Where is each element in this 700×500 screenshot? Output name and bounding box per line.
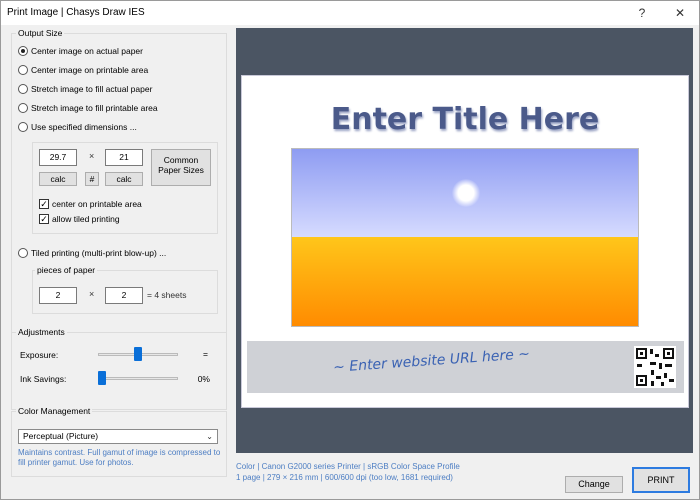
- times-symbol: ×: [89, 151, 95, 161]
- center-printable-checkbox[interactable]: ✓ center on printable area: [39, 198, 142, 210]
- radio-icon: [18, 46, 28, 56]
- radio-stretch-printable-area[interactable]: Stretch image to fill printable area: [18, 101, 158, 115]
- radio-label: Tiled printing (multi-print blow-up) ...: [31, 248, 167, 258]
- preview-paper: Enter Title Here ~ Enter website URL her…: [241, 75, 689, 408]
- color-intent-value: Perceptual (Picture): [23, 431, 99, 441]
- color-intent-select[interactable]: Perceptual (Picture) ⌄: [18, 429, 218, 444]
- output-size-title: Output Size: [16, 28, 65, 38]
- pieces-label: pieces of paper: [35, 265, 98, 275]
- ink-savings-value: 0%: [197, 374, 210, 384]
- radio-center-printable-area[interactable]: Center image on printable area: [18, 63, 148, 77]
- preview-url-strip: ~ Enter website URL here ~: [247, 341, 684, 393]
- allow-tiled-checkbox[interactable]: ✓ allow tiled printing: [39, 213, 120, 225]
- radio-label: Center image on actual paper: [31, 46, 143, 56]
- image-ground: [292, 237, 638, 326]
- radio-icon: [18, 65, 28, 75]
- print-dialog: Print Image | Chasys Draw IES ? ✕ Output…: [0, 0, 700, 500]
- pieces-y-input[interactable]: 2: [105, 287, 143, 304]
- settings-panel: Output Size Center image on actual paper…: [11, 27, 227, 497]
- checkmark-icon: ✓: [39, 214, 49, 224]
- radio-specified-dimensions[interactable]: Use specified dimensions ...: [18, 120, 137, 134]
- title-bar: Print Image | Chasys Draw IES ? ✕: [1, 1, 699, 25]
- radio-tiled-printing[interactable]: Tiled printing (multi-print blow-up) ...: [18, 246, 166, 260]
- radio-label: Center image on printable area: [31, 65, 149, 75]
- ink-savings-slider-track[interactable]: [98, 377, 178, 380]
- change-button[interactable]: Change: [565, 476, 623, 493]
- exposure-value: =: [203, 349, 208, 359]
- radio-label: Stretch image to fill printable area: [31, 103, 158, 113]
- checkbox-label: center on printable area: [52, 199, 142, 209]
- pieces-x-input[interactable]: 2: [39, 287, 77, 304]
- page-info-text: 1 page | 279 × 216 mm | 600/600 dpi (too…: [236, 473, 453, 482]
- radio-icon: [18, 103, 28, 113]
- preview-url-text: ~ Enter website URL here ~: [332, 346, 531, 376]
- hash-button[interactable]: #: [85, 172, 99, 186]
- color-intent-description: Maintains contrast. Full gamut of image …: [18, 448, 221, 467]
- ink-savings-slider-thumb[interactable]: [98, 371, 106, 385]
- preview-title: Enter Title Here: [330, 102, 600, 137]
- radio-icon: [18, 122, 28, 132]
- preview-image: [291, 148, 639, 327]
- checkbox-label: allow tiled printing: [52, 214, 120, 224]
- adjustments-title: Adjustments: [16, 327, 67, 337]
- radio-icon: [18, 84, 28, 94]
- checkmark-icon: ✓: [39, 199, 49, 209]
- tiled-box: pieces of paper 2 × 2 = 4 sheets: [32, 265, 218, 314]
- image-sun: [452, 179, 480, 207]
- print-button[interactable]: PRINT: [632, 467, 690, 493]
- radio-label: Use specified dimensions ...: [31, 122, 137, 132]
- radio-stretch-actual-paper[interactable]: Stretch image to fill actual paper: [18, 82, 152, 96]
- chevron-down-icon: ⌄: [206, 432, 213, 441]
- calc-width-button[interactable]: calc: [39, 172, 77, 186]
- dimensions-box: 29.7 × 21 calc # calc Common Paper Sizes…: [32, 142, 218, 234]
- printer-info-text: Color | Canon G2000 series Printer | sRG…: [236, 462, 460, 471]
- close-button[interactable]: ✕: [665, 3, 695, 23]
- window-title: Print Image | Chasys Draw IES: [7, 7, 145, 18]
- height-input[interactable]: 21: [105, 149, 143, 166]
- exposure-slider-thumb[interactable]: [134, 347, 142, 361]
- common-paper-sizes-button[interactable]: Common Paper Sizes: [151, 149, 211, 186]
- times-symbol: ×: [89, 289, 95, 299]
- exposure-label: Exposure:: [20, 350, 59, 360]
- help-button[interactable]: ?: [627, 3, 657, 23]
- radio-center-actual-paper[interactable]: Center image on actual paper: [18, 44, 143, 58]
- sheets-label: = 4 sheets: [147, 290, 187, 300]
- color-management-group: Color Management Perceptual (Picture) ⌄ …: [11, 406, 227, 477]
- ink-savings-label: Ink Savings:: [20, 374, 67, 384]
- qr-code-icon: [634, 346, 676, 388]
- radio-icon: [18, 248, 28, 258]
- output-size-group: Output Size Center image on actual paper…: [11, 28, 227, 333]
- color-management-title: Color Management: [16, 406, 93, 416]
- width-input[interactable]: 29.7: [39, 149, 77, 166]
- adjustments-group: Adjustments Exposure: = Ink Savings: 0%: [11, 327, 227, 410]
- radio-label: Stretch image to fill actual paper: [31, 84, 153, 94]
- calc-height-button[interactable]: calc: [105, 172, 143, 186]
